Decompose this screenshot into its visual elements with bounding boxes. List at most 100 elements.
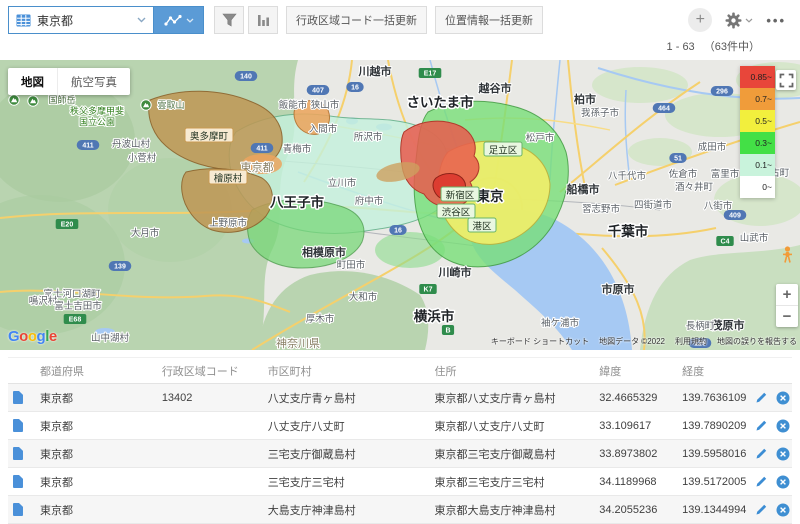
record-detail-icon[interactable] [12, 419, 23, 432]
map-label: 船橋市 [567, 182, 600, 196]
cell-pref: 東京都 [39, 420, 73, 433]
map-label: 越谷市 [478, 81, 512, 95]
map-label: 新宿区 [446, 190, 475, 202]
delete-record-button[interactable] [776, 419, 790, 433]
map-label: 飯能市 [279, 99, 308, 111]
map-label: 国立公園 [79, 116, 115, 127]
record-detail-icon[interactable] [12, 447, 23, 460]
map-label: 八千代市 [608, 170, 647, 182]
table-row[interactable]: 東京都 八丈支庁八丈町 東京都八丈支庁八丈町 33.109617 139.789… [8, 412, 792, 440]
record-detail-icon[interactable] [12, 475, 23, 488]
update-admin-code-button[interactable]: 行政区域コード一括更新 [286, 6, 427, 34]
map-label: 山中湖村 [91, 332, 130, 344]
map-legend: 0.85~ 0.7~ 0.5~ 0.3~ 0.1~ 0~ [740, 66, 775, 198]
cell-city: 三宅支庁三宅村 [267, 476, 345, 489]
edit-record-button[interactable] [755, 447, 768, 460]
map-label: 町田市 [337, 259, 366, 271]
add-record-button[interactable]: + [688, 8, 713, 32]
view-select[interactable]: 東京都 [8, 6, 154, 34]
map-label: E68 [69, 317, 82, 324]
table-row[interactable]: 東京都 大島支庁神津島村 東京都大島支庁神津島村 34.2055236 139.… [8, 496, 792, 524]
legend-item: 0.7~ [740, 88, 775, 110]
map-label: 入間市 [309, 123, 338, 135]
chart-menu-button[interactable] [154, 6, 204, 34]
map-label: 秩父多摩甲斐 [70, 105, 124, 116]
zoom-in-button[interactable]: + [776, 284, 798, 305]
map-label: 16 [394, 228, 402, 235]
map-label: 成田市 [698, 141, 727, 153]
view-select-group: 東京都 [8, 6, 204, 34]
pegman-control[interactable] [781, 246, 794, 269]
table-row[interactable]: 東京都 三宅支庁三宅村 東京都三宅支庁三宅村 34.1189968 139.51… [8, 468, 792, 496]
attribution-link[interactable]: 地図の誤りを報告する [717, 336, 797, 347]
map-label: 酒々井町 [675, 181, 714, 193]
map-svg[interactable]: さいたま市東京千葉市横浜市 八王子市 川越市越谷市柏市船橋市川崎市 相模原市市原市茂原… [0, 60, 800, 350]
map-label: 川崎市 [438, 265, 472, 279]
fullscreen-button[interactable] [776, 70, 796, 90]
zoom-out-button[interactable]: − [776, 305, 798, 327]
delete-record-button[interactable] [776, 503, 790, 517]
cell-pref: 東京都 [39, 476, 73, 489]
map-label: 渋谷区 [442, 207, 471, 219]
table-row[interactable]: 東京都 13402 八丈支庁青ヶ島村 東京都八丈支庁青ヶ島村 32.466532… [8, 384, 792, 412]
header-address: 住所 [434, 365, 457, 378]
map-label: 大和市 [349, 291, 378, 303]
record-detail-icon[interactable] [12, 391, 23, 404]
delete-record-button[interactable] [776, 475, 790, 489]
edit-record-button[interactable] [755, 503, 768, 516]
map-label: 厚木市 [306, 313, 335, 325]
chevron-down-icon [186, 18, 193, 23]
map-label: 立川市 [328, 177, 357, 189]
map-canvas[interactable]: さいたま市 東京 千葉市 横浜市 八王子市 川越市 越谷市 柏市 船橋市 川崎市 相模原市 市原市 茂原… [0, 60, 800, 350]
edit-record-button[interactable] [755, 391, 768, 404]
map-label: さいたま市 [406, 94, 474, 110]
chevron-down-icon [137, 17, 146, 23]
map-label: 富士吉田市 [54, 300, 102, 312]
cell-city: 大島支庁神津島村 [267, 504, 356, 517]
graph-button[interactable] [248, 6, 278, 34]
map-label: 港区 [472, 221, 492, 233]
google-logo[interactable]: Google [8, 328, 57, 345]
attribution-link[interactable]: 利用規約 [675, 336, 707, 347]
map-label: 神奈川県 [276, 336, 320, 350]
more-options-button[interactable]: ••• [766, 13, 786, 28]
app-settings-button[interactable] [725, 12, 753, 29]
map-label: 茂原市 [712, 318, 745, 332]
map-label: 所沢市 [354, 131, 383, 143]
edit-record-button[interactable] [755, 419, 768, 432]
attribution-link[interactable]: 地図データ ©2022 [599, 336, 665, 347]
record-detail-icon[interactable] [12, 503, 23, 516]
map-label: 山武市 [740, 232, 769, 244]
cell-city: 三宅支庁御蔵島村 [267, 448, 356, 461]
map-label: E20 [61, 222, 74, 229]
map-label: 140 [240, 74, 252, 81]
map-label: K7 [424, 287, 433, 294]
map-label: 奥多摩町 [190, 131, 229, 143]
cell-pref: 東京都 [39, 504, 73, 517]
line-chart-icon [163, 14, 182, 26]
delete-record-button[interactable] [776, 447, 790, 461]
header-lat: 緯度 [599, 365, 622, 378]
update-location-button[interactable]: 位置情報一括更新 [435, 6, 543, 34]
cell-address: 東京都三宅支庁三宅村 [434, 476, 545, 489]
map-label: 409 [729, 213, 741, 220]
app-toolbar: 東京都 行政区域コード一括更新 位置情報一括更新 + ••• [0, 0, 800, 40]
map-type-satellite-button[interactable]: 航空写真 [57, 68, 130, 95]
map-type-control: 地図 航空写真 [8, 68, 130, 95]
cell-lat: 34.1189968 [599, 475, 657, 488]
table-view-icon [16, 14, 31, 26]
filter-button[interactable] [214, 6, 244, 34]
map-type-map-button[interactable]: 地図 [8, 68, 57, 95]
attribution-link[interactable]: キーボード ショートカット [491, 336, 589, 347]
map-label: 狭山市 [311, 99, 340, 111]
record-range: 1 - 63 [666, 41, 695, 53]
cell-address: 東京都三宅支庁御蔵島村 [434, 448, 556, 461]
map-label: 四街道市 [634, 199, 673, 211]
edit-record-button[interactable] [755, 475, 768, 488]
table-row[interactable]: 東京都 三宅支庁御蔵島村 東京都三宅支庁御蔵島村 33.8973802 139.… [8, 440, 792, 468]
delete-record-button[interactable] [776, 391, 790, 405]
map-zoom-control: + − [776, 284, 798, 327]
map-label: 411 [82, 143, 93, 150]
map-label: 我孫子市 [581, 107, 620, 119]
map-label: 411 [256, 146, 267, 153]
